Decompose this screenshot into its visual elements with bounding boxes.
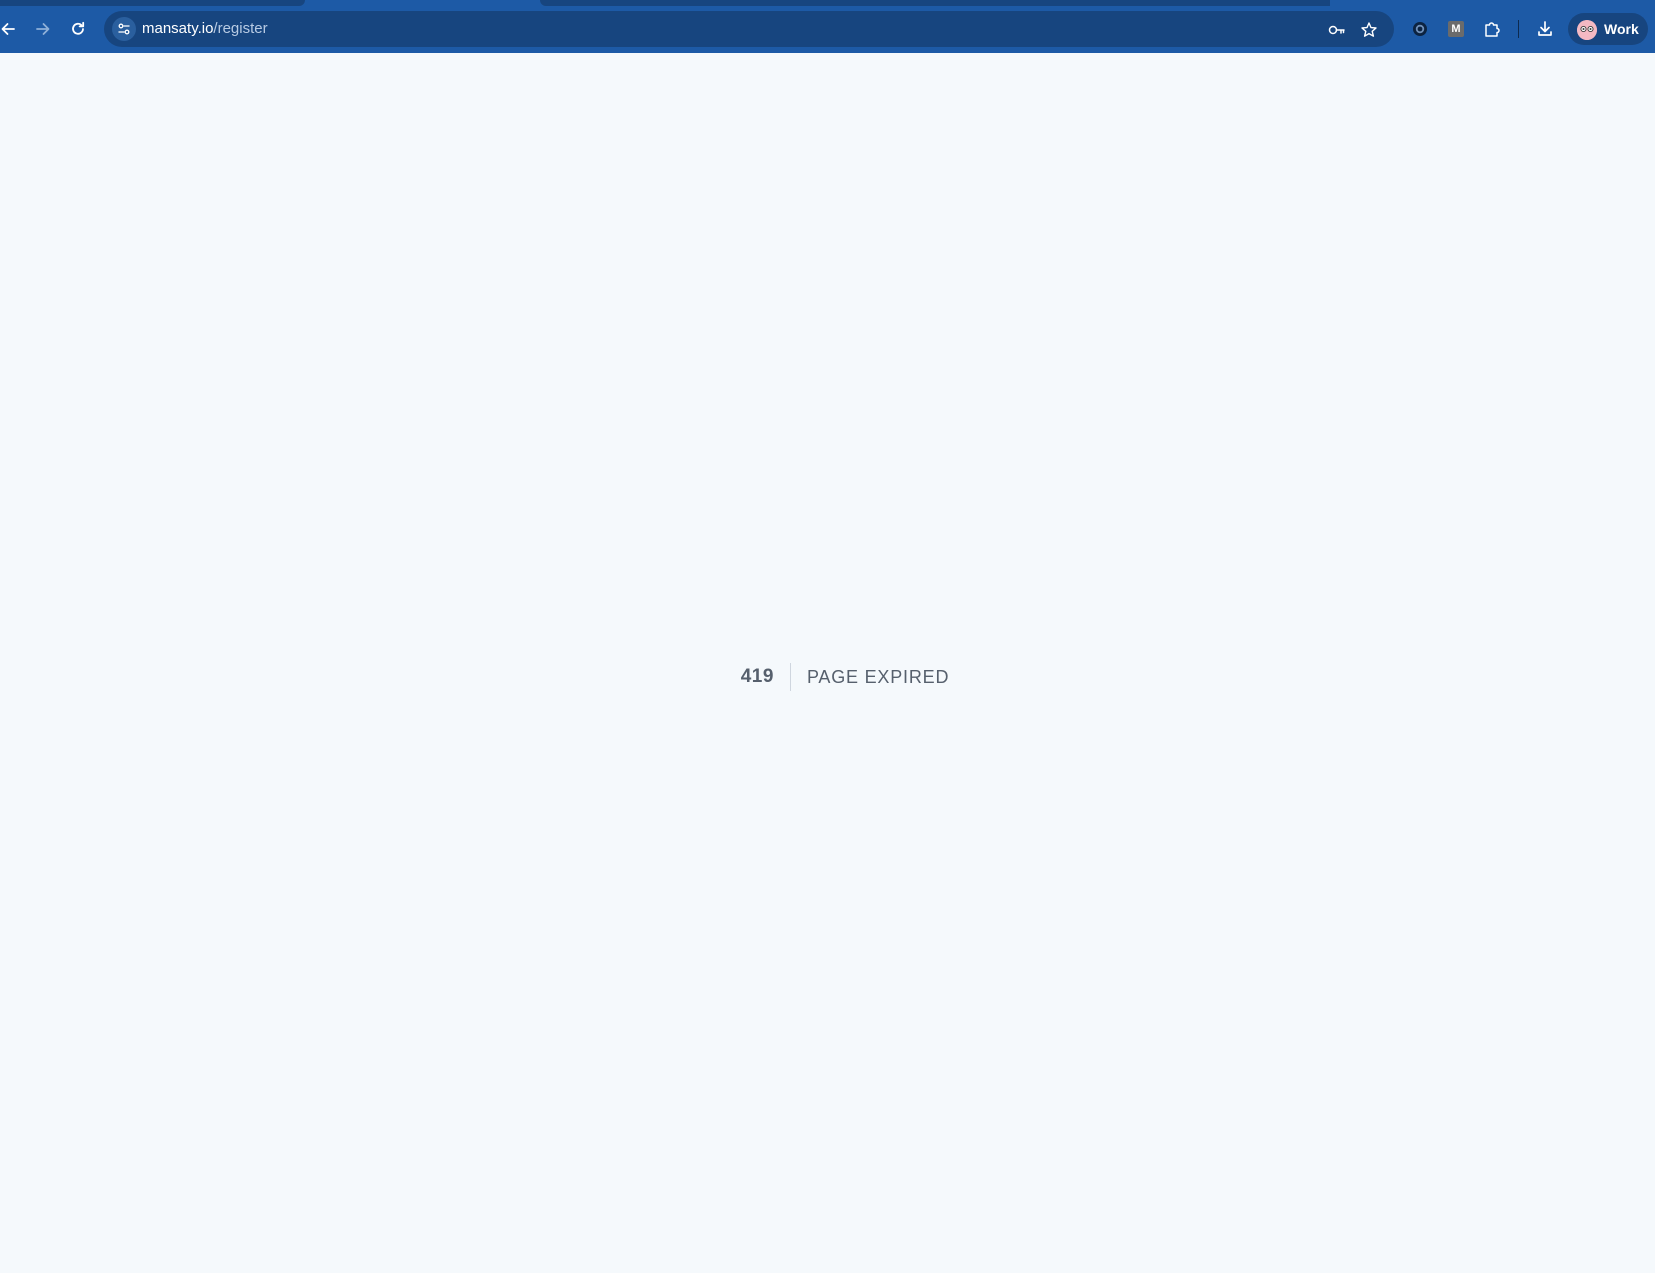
m-extension-icon: M bbox=[1448, 21, 1464, 37]
extension-button[interactable] bbox=[1408, 17, 1432, 41]
download-icon bbox=[1538, 21, 1552, 36]
tune-icon bbox=[118, 23, 130, 35]
profile-label: Work bbox=[1604, 21, 1639, 37]
forward-arrow-icon bbox=[36, 23, 50, 35]
reload-button[interactable] bbox=[66, 17, 90, 41]
toolbar-separator bbox=[1518, 20, 1519, 38]
extension-m-button[interactable]: M bbox=[1444, 17, 1468, 41]
extensions-menu-button[interactable] bbox=[1480, 17, 1504, 41]
url-host: mansaty.io bbox=[142, 20, 214, 37]
profile-button[interactable]: Work bbox=[1568, 13, 1648, 45]
avatar bbox=[1577, 20, 1597, 40]
url-text[interactable]: mansaty.io/register bbox=[142, 20, 268, 38]
avatar-face-icon bbox=[1577, 20, 1597, 40]
browser-chrome: mansaty.io/register M Work bbox=[0, 0, 1655, 53]
back-arrow-icon bbox=[1, 23, 15, 35]
key-icon bbox=[1328, 25, 1345, 35]
error-message: PAGE EXPIRED bbox=[806, 667, 950, 687]
star-icon bbox=[1361, 22, 1377, 37]
downloads-button[interactable] bbox=[1533, 17, 1557, 41]
browser-toolbar: mansaty.io/register M Work bbox=[0, 6, 1655, 53]
forward-button[interactable] bbox=[31, 17, 55, 41]
url-path: /register bbox=[213, 20, 268, 37]
puzzle-icon bbox=[1485, 22, 1500, 37]
page-content: 419 PAGE EXPIRED bbox=[0, 53, 1655, 1273]
address-bar[interactable]: mansaty.io/register bbox=[104, 11, 1394, 47]
error-code: 419 bbox=[740, 666, 774, 687]
site-info-button[interactable] bbox=[112, 17, 136, 41]
error-container: 419 PAGE EXPIRED bbox=[0, 663, 1655, 691]
reload-icon bbox=[72, 21, 85, 35]
password-key-button[interactable] bbox=[1326, 19, 1348, 41]
back-button[interactable] bbox=[0, 17, 20, 41]
extension-gear-icon bbox=[1413, 22, 1427, 36]
bookmark-button[interactable] bbox=[1358, 19, 1380, 41]
